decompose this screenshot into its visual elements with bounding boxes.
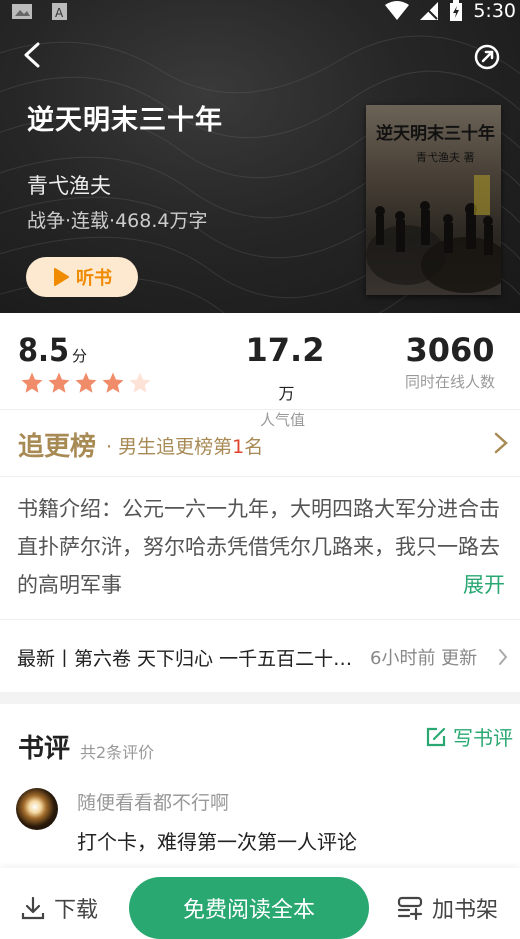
battery-icon — [450, 0, 463, 21]
reviews-count: 共2条评价 — [80, 743, 155, 762]
status-bar: A 5:30 — [0, 0, 520, 26]
chevron-right-icon — [494, 432, 508, 454]
section-gap — [0, 692, 520, 704]
star-icon — [48, 372, 70, 393]
notification-icons: A — [12, 2, 72, 26]
rank-title: 追更榜 — [18, 432, 97, 462]
read-free-button[interactable]: 免费阅读全本 — [129, 877, 369, 939]
review-user[interactable]: 随便看看都不行啊 — [77, 788, 229, 815]
rank-row[interactable]: 追更榜 · 男生追更榜第1名 — [0, 410, 520, 476]
latest-chapter: 最新丨第六卷 天下归心 一千五百二十… — [17, 648, 353, 670]
book-intro: 书籍介绍：公元一六一九年，大明四路大军分进合击直扑萨尔浒，努尔哈赤凭借凭尔几路来… — [17, 497, 500, 597]
write-review-label: 写书评 — [453, 726, 513, 750]
reviews-title: 书评 — [18, 734, 71, 764]
svg-text:A: A — [55, 6, 64, 20]
listen-label: 听书 — [76, 268, 112, 289]
rank-subtitle: · 男生追更榜第1名 — [106, 436, 264, 458]
cover-title: 逆天明末三十年 — [376, 124, 495, 144]
book-cover[interactable]: 逆天明末三十年 青弋渔夫 著 — [366, 105, 501, 295]
status-time: 5:30 — [473, 0, 516, 22]
cover-author: 青弋渔夫 著 — [416, 151, 475, 164]
download-icon — [21, 896, 45, 920]
bottom-bar: 下载 免费阅读全本 加书架 — [0, 868, 520, 939]
update-time: 6小时前 更新 — [370, 648, 478, 669]
write-review-button[interactable]: 写书评 — [425, 722, 513, 751]
edit-icon — [426, 727, 446, 746]
shelf-label: 加书架 — [432, 898, 499, 923]
star-icon — [129, 372, 151, 393]
review-text: 打个卡，难得第一次第一人评论 — [77, 830, 357, 854]
online-stat: 3060 同时在线人数 — [400, 331, 500, 392]
back-button[interactable] — [18, 40, 48, 70]
divider — [0, 476, 520, 477]
play-icon — [54, 268, 69, 286]
online-label: 同时在线人数 — [404, 373, 495, 391]
score: 8.5 分 — [18, 331, 88, 369]
wifi-icon — [385, 1, 410, 20]
signal-icon — [420, 2, 439, 20]
shelf-icon — [397, 896, 423, 921]
listen-button[interactable]: 听书 — [26, 257, 138, 297]
latest-chapter-row[interactable]: 最新丨第六卷 天下归心 一千五百二十… 6小时前 更新 — [0, 620, 520, 692]
book-author[interactable]: 青弋渔夫 — [27, 170, 111, 200]
star-icon — [75, 372, 97, 393]
rating-stars — [20, 371, 152, 395]
book-meta: 战争·连载·468.4万字 — [27, 210, 208, 232]
book-title: 逆天明末三十年 — [27, 105, 223, 136]
share-icon[interactable] — [472, 42, 502, 72]
star-icon — [21, 372, 43, 393]
avatar[interactable] — [16, 788, 58, 830]
download-button[interactable]: 下载 — [20, 892, 98, 924]
stats-row: 8.5 分 17.2万 人气值 3060 同时在线人数 — [0, 313, 520, 429]
expand-button[interactable]: 展开 — [463, 566, 505, 604]
download-label: 下载 — [54, 898, 99, 923]
chevron-right-icon — [499, 649, 508, 665]
add-to-shelf-button[interactable]: 加书架 — [396, 892, 498, 924]
star-icon — [102, 372, 124, 393]
